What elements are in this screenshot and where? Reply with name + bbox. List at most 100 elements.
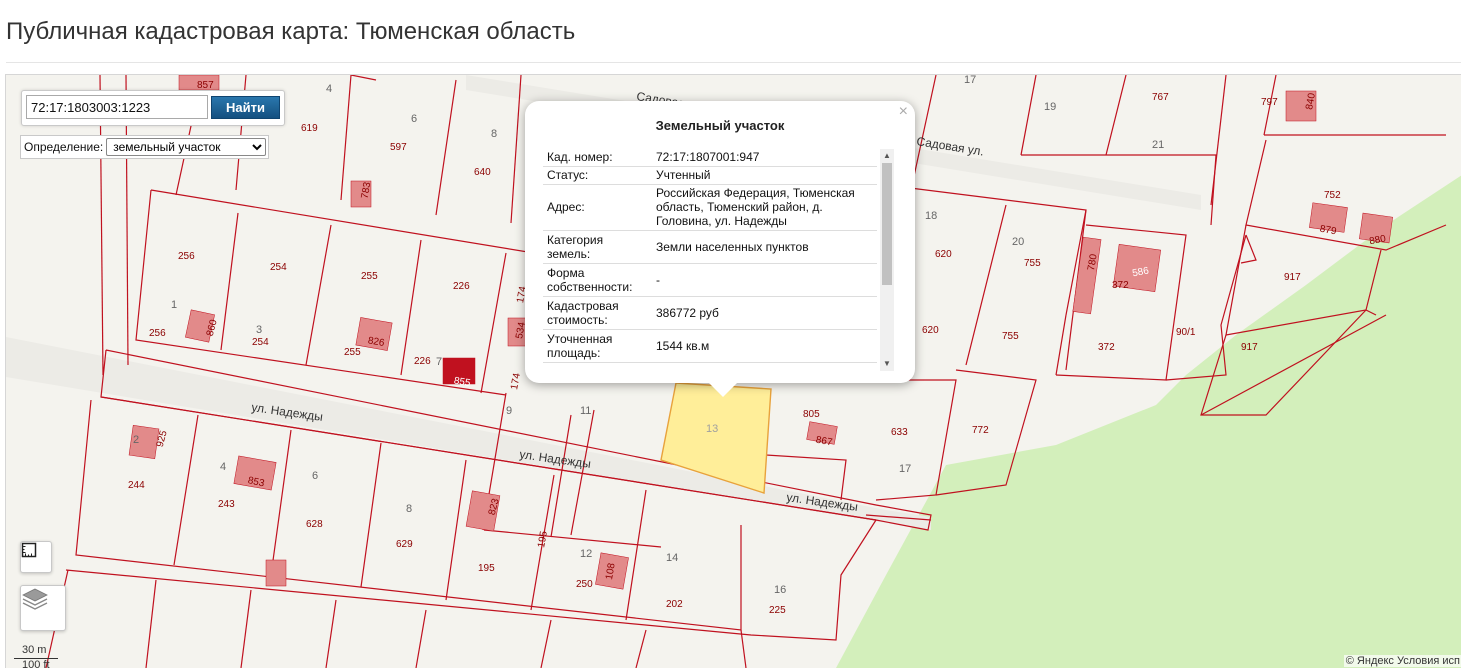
block-number: 4: [326, 83, 332, 95]
table-row: Категория земель: Земли населенных пункт…: [543, 230, 877, 264]
parcel-number: 90/1: [1176, 327, 1196, 338]
parcel-number: 629: [396, 539, 413, 550]
parcel-number: 783: [360, 181, 374, 200]
ruler-icon: [21, 542, 37, 558]
parcel-number: 372: [1098, 342, 1115, 353]
scrollbar-thumb[interactable]: [882, 163, 892, 285]
parcel-number: 202: [666, 599, 683, 610]
parcel-number: 256: [149, 328, 166, 339]
parcel-number: 255: [344, 347, 361, 358]
find-button[interactable]: Найти: [211, 96, 280, 119]
block-number: 17: [899, 463, 911, 475]
block-number: 21: [1152, 139, 1164, 151]
block-number: 6: [411, 113, 417, 125]
scale-metric: 30 m: [22, 644, 47, 656]
block-number: 8: [491, 128, 497, 140]
popup-body[interactable]: Кад. номер: 72:17:1807001:947 Статус: Уч…: [543, 148, 895, 370]
block-number: 17: [964, 75, 976, 86]
parcel-number: 755: [1024, 258, 1041, 269]
table-row: Статус: Учтенный: [543, 166, 877, 185]
block-number: 11: [580, 405, 591, 417]
cadastral-number-input[interactable]: [26, 95, 208, 119]
parcel-number: 628: [306, 519, 323, 530]
parcel-number: 917: [1241, 342, 1258, 353]
block-number: 3: [256, 324, 262, 336]
table-row: Кад. номер: 72:17:1807001:947: [543, 148, 877, 167]
block-number: 18: [925, 210, 937, 222]
popup-pointer: [709, 383, 737, 397]
parcel-number: 597: [390, 142, 407, 153]
row-key: Уточненная площадь:: [543, 329, 652, 363]
row-key: Кад. номер:: [543, 148, 652, 167]
row-value: Российская Федерация, Тюменская область,…: [652, 184, 877, 231]
parcel-number: 256: [178, 251, 195, 262]
parcel-number: 867: [815, 435, 834, 449]
row-key: Статус:: [543, 166, 652, 185]
parcel-info-table: Кад. номер: 72:17:1807001:947 Статус: Уч…: [543, 148, 877, 363]
block-number: 9: [506, 405, 512, 417]
parcel-number: 225: [769, 605, 786, 616]
parcel-number: 917: [1284, 272, 1301, 283]
ruler-button[interactable]: [20, 541, 52, 573]
table-row: Адрес: Российская Федерация, Тюменская о…: [543, 184, 877, 231]
block-number: 12: [580, 548, 592, 560]
parcel-number: 620: [935, 249, 952, 260]
block-number: 6: [312, 470, 318, 482]
parcel-number: 243: [218, 499, 235, 510]
popup-scrollbar[interactable]: ▲ ▼: [880, 149, 894, 371]
block-number: 4: [220, 461, 226, 473]
row-value: 72:17:1807001:947: [652, 148, 877, 167]
block-number: 1: [171, 299, 177, 311]
table-row: Уточненная площадь: 1544 кв.м: [543, 329, 877, 363]
parcel-number: 13: [706, 423, 718, 435]
row-value: Земли населенных пунктов: [652, 230, 877, 264]
parcel-number: 619: [301, 123, 318, 134]
parcel-number: 620: [922, 325, 939, 336]
block-number: 14: [666, 552, 678, 564]
row-value: 1544 кв.м: [652, 329, 877, 363]
scroll-up-icon[interactable]: ▲: [882, 151, 892, 161]
parcel-number: 805: [803, 409, 820, 420]
definition-select[interactable]: земельный участок: [106, 138, 267, 156]
parcel-number: 226: [414, 356, 431, 367]
parcel-number: 255: [361, 271, 378, 282]
parcel-number: 195: [478, 563, 495, 574]
block-number: 8: [406, 503, 412, 515]
parcel-number: 752: [1324, 190, 1341, 201]
scale-bar: 30 m 100 ft: [14, 642, 112, 668]
definition-label: Определение:: [24, 140, 104, 154]
parcel-number: 195: [536, 530, 550, 549]
map-attribution[interactable]: © Яндекс Условия исп: [1343, 655, 1461, 667]
page-title: Публичная кадастровая карта: Тюменская о…: [6, 18, 576, 45]
parcel-number: 244: [128, 480, 145, 491]
parcel-number: 772: [972, 425, 989, 436]
scroll-down-icon[interactable]: ▼: [882, 359, 892, 369]
block-number: 19: [1044, 101, 1056, 113]
parcel-number: 372: [1112, 280, 1129, 291]
parcel-info-popup: × Земельный участок Кад. номер: 72:17:18…: [525, 101, 915, 397]
parcel-number: 226: [453, 281, 470, 292]
layers-icon: [22, 588, 48, 610]
row-key: Форма собственности:: [543, 263, 652, 297]
parcel-number: 250: [576, 579, 593, 590]
search-panel: Найти: [21, 90, 285, 126]
popup-title: Земельный участок: [655, 118, 785, 133]
table-row: Форма собственности: -: [543, 263, 877, 297]
row-key: Кадастровая стоимость:: [543, 296, 652, 330]
parcel-number: 254: [270, 262, 287, 273]
row-value: Учтенный: [652, 166, 877, 185]
parcel-number: 780: [1086, 253, 1100, 272]
parcel-number: 797: [1261, 97, 1278, 108]
block-number: 2: [133, 434, 139, 446]
parcel-number: 755: [1002, 331, 1019, 342]
block-number: 20: [1012, 236, 1024, 248]
parcel-number: 879: [1319, 224, 1338, 238]
table-row: Кадастровая стоимость: 386772 руб: [543, 296, 877, 330]
row-key: Категория земель:: [543, 230, 652, 264]
layers-button[interactable]: [20, 585, 66, 631]
cadastral-map[interactable]: 857 619 597 640 783 256 254 255 226 174 …: [5, 74, 1461, 668]
parcel-number: 254: [252, 337, 269, 348]
definition-panel: Определение: земельный участок: [20, 135, 270, 159]
block-number: 7: [436, 356, 442, 368]
title-divider: [6, 62, 1461, 63]
